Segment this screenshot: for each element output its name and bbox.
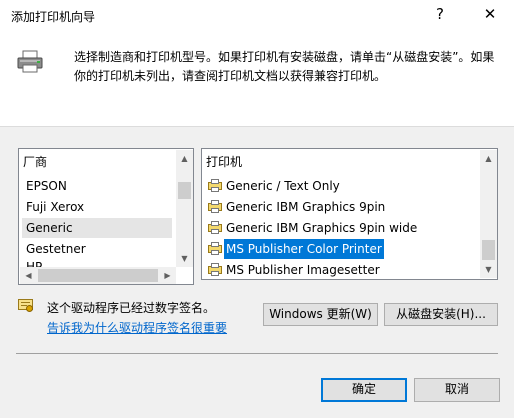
scroll-left-arrow-icon[interactable]: ◀ — [20, 267, 37, 284]
printer-list[interactable]: 打印机 Generic / Text Only Generic IBM Grap… — [201, 148, 498, 280]
printer-driver-icon — [208, 179, 222, 192]
manufacturer-horizontal-scrollbar[interactable]: ◀ ▶ — [20, 267, 176, 284]
printer-column-header: 打印机 — [206, 155, 243, 169]
printer-item[interactable]: Generic IBM Graphics 9pin — [204, 197, 480, 217]
ok-button[interactable]: 确定 — [321, 378, 407, 402]
scroll-up-arrow-icon[interactable]: ▲ — [480, 150, 497, 167]
window-title: 添加打印机向导 — [11, 10, 96, 24]
scroll-thumb[interactable] — [38, 269, 158, 282]
manufacturer-vertical-scrollbar[interactable]: ▲ ▼ — [176, 150, 193, 267]
printer-item[interactable]: Generic IBM Graphics 9pin wide — [204, 218, 480, 238]
divider — [16, 353, 498, 354]
signature-status-text: 这个驱动程序已经过数字签名。 — [47, 301, 216, 315]
printer-vertical-scrollbar[interactable]: ▲ ▼ — [480, 150, 497, 278]
printer-driver-icon — [208, 242, 222, 255]
close-button[interactable]: ✕ — [480, 6, 500, 22]
manufacturer-column-header: 厂商 — [23, 155, 48, 169]
printer-icon — [17, 50, 43, 73]
help-button[interactable]: ? — [430, 6, 450, 22]
windows-update-button[interactable]: Windows 更新(W) — [263, 303, 378, 326]
instructions-text: 选择制造商和打印机型号。如果打印机有安装磁盘，请单击“从磁盘安装”。如果你的打印… — [74, 50, 495, 83]
printer-item-selected[interactable]: MS Publisher Color Printer — [204, 239, 480, 259]
title-bar: 添加打印机向导 ? ✕ — [0, 0, 514, 30]
scroll-up-arrow-icon[interactable]: ▲ — [176, 150, 193, 167]
printer-driver-icon — [208, 221, 222, 234]
manufacturer-item[interactable]: Gestetner — [22, 239, 172, 259]
scroll-thumb[interactable] — [178, 182, 191, 199]
signature-info-link[interactable]: 告诉我为什么驱动程序签名很重要 — [47, 319, 227, 336]
printer-driver-icon — [208, 263, 222, 276]
manufacturer-list[interactable]: 厂商 EPSON Fuji Xerox Generic Gestetner HP… — [18, 148, 194, 285]
printer-driver-icon — [208, 200, 222, 213]
have-disk-button[interactable]: 从磁盘安装(H)... — [384, 303, 498, 326]
manufacturer-item-selected[interactable]: Generic — [22, 218, 172, 238]
scroll-right-arrow-icon[interactable]: ▶ — [159, 267, 176, 284]
certificate-icon — [18, 299, 33, 312]
cancel-button[interactable]: 取消 — [414, 378, 500, 402]
scroll-down-arrow-icon[interactable]: ▼ — [176, 250, 193, 267]
wizard-header: 选择制造商和打印机型号。如果打印机有安装磁盘，请单击“从磁盘安装”。如果你的打印… — [0, 30, 514, 127]
printer-item[interactable]: Generic / Text Only — [204, 176, 480, 196]
manufacturer-item[interactable]: Fuji Xerox — [22, 197, 172, 217]
manufacturer-item[interactable]: EPSON — [22, 176, 172, 196]
scroll-down-arrow-icon[interactable]: ▼ — [480, 261, 497, 278]
scroll-thumb[interactable] — [482, 240, 495, 260]
printer-item[interactable]: MS Publisher Imagesetter — [204, 260, 480, 280]
